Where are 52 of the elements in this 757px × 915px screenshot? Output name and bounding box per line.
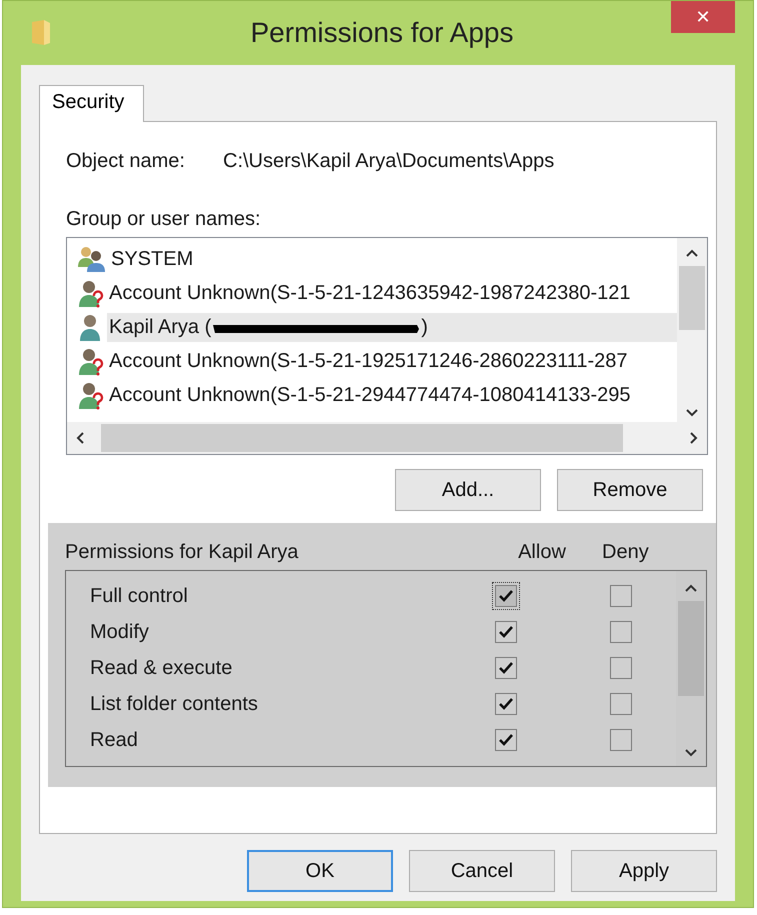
checkbox[interactable] [610, 585, 632, 607]
button[interactable]: Cancel [409, 850, 555, 892]
checkmark-icon [498, 732, 514, 748]
checkmark-icon [498, 660, 514, 676]
permission-name: Read & execute [89, 656, 234, 680]
users-group-icon [77, 245, 107, 273]
button[interactable]: OK [247, 850, 393, 892]
scroll-left-icon[interactable] [75, 431, 85, 445]
field-label: Object name: [66, 150, 186, 174]
permission-name: Read [89, 728, 139, 752]
checkbox[interactable] [495, 729, 517, 751]
button[interactable]: Add... [395, 469, 541, 511]
scrollbar-thumb[interactable] [101, 424, 623, 452]
user-list-item[interactable]: Account Unknown(S-1-5-21-1925171246-2860223111-287 [107, 346, 677, 376]
button[interactable]: Apply [571, 850, 717, 892]
checkbox[interactable] [610, 657, 632, 679]
scroll-down-icon[interactable] [684, 748, 698, 758]
permission-name: Full control [89, 584, 189, 608]
checkmark-icon [498, 696, 514, 712]
checkbox[interactable] [495, 585, 517, 607]
user-list-item[interactable]: SYSTEM [109, 244, 677, 274]
scroll-down-icon[interactable] [685, 408, 699, 418]
window-title: Permissions for Apps [250, 17, 514, 49]
scroll-up-icon[interactable] [684, 583, 698, 593]
scroll-right-icon[interactable] [689, 431, 699, 445]
checkbox[interactable] [610, 729, 632, 751]
list-label: Group or user names: [66, 208, 262, 232]
unknown-user-icon [77, 278, 105, 308]
checkmark-icon [498, 624, 514, 640]
checkmark-icon [498, 588, 514, 604]
scrollbar-thumb[interactable] [679, 266, 705, 330]
button[interactable]: Remove [557, 469, 703, 511]
permission-name: Modify [89, 620, 150, 644]
folder-icon [31, 19, 51, 47]
permission-name: List folder contents [89, 692, 259, 716]
close-button[interactable]: ✕ [671, 1, 735, 33]
scroll-up-icon[interactable] [685, 248, 699, 258]
user-list-item[interactable]: Account Unknown(S-1-5-21-1243635942-1987242380-121 [107, 278, 677, 308]
permissions-title: Permissions for Kapil Arya [65, 540, 300, 564]
object-path: C:\Users\Kapil Arya\Documents\Apps [223, 150, 554, 174]
tab[interactable]: Security [39, 85, 144, 122]
checkbox[interactable] [610, 693, 632, 715]
column-header: Allow [517, 540, 567, 564]
unknown-user-icon [77, 380, 105, 410]
user-list-item[interactable]: Account Unknown(S-1-5-21-2944774474-1080414133-295 [107, 380, 677, 410]
column-header: Deny [601, 540, 650, 564]
checkbox[interactable] [495, 657, 517, 679]
user-list-item[interactable]: Kapil Arya ( ) [107, 312, 677, 342]
checkbox[interactable] [495, 621, 517, 643]
checkbox[interactable] [610, 621, 632, 643]
unknown-user-icon [77, 346, 105, 376]
checkbox[interactable] [495, 693, 517, 715]
